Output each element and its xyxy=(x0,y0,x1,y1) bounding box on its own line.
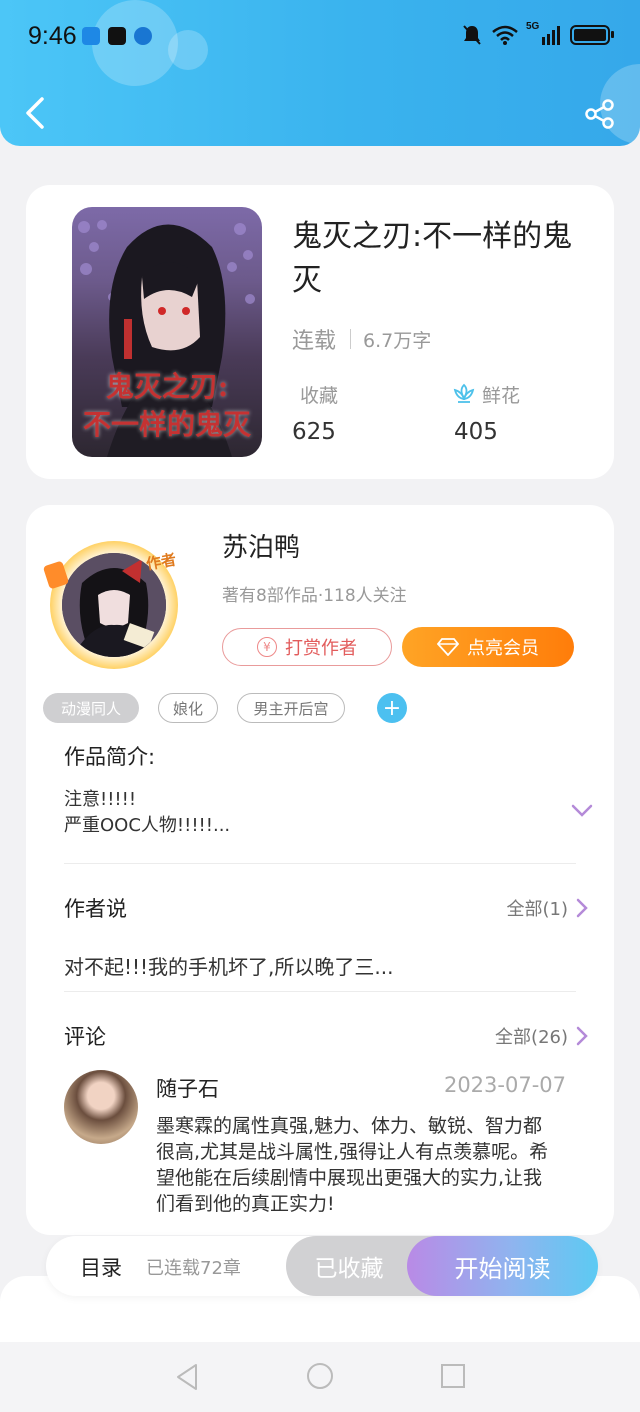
comment-text[interactable]: 墨寒霖的属性真强,魅力、体力、敏锐、智力都很高,尤其是战斗属性,强得让人有点羡慕… xyxy=(156,1113,556,1217)
divider xyxy=(64,863,576,864)
share-icon xyxy=(585,99,614,129)
add-tag-button[interactable]: + xyxy=(377,693,407,723)
collected-label: 已收藏 xyxy=(314,1256,384,1282)
book-cover[interactable]: 鬼灭之刃: 不一样的鬼灭 xyxy=(72,207,262,457)
divider xyxy=(350,329,352,349)
browser-app-icon xyxy=(134,27,152,45)
intro-text[interactable]: 注意!!!!! 严重OOC人物!!!!!... xyxy=(64,787,230,839)
chevron-right-icon xyxy=(576,1026,588,1046)
tag-harem[interactable]: 男主开后宫 xyxy=(237,693,345,723)
shield-app-icon xyxy=(82,27,100,45)
flowers-label: 鲜花 xyxy=(482,385,521,407)
comment-date: 2023-07-07 xyxy=(443,1073,566,1097)
book-status-row: 连载 6.7万字 xyxy=(292,323,431,355)
tip-author-button[interactable]: ¥ 打赏作者 xyxy=(222,628,392,666)
chevron-down-icon xyxy=(571,804,593,817)
yen-coin-icon: ¥ xyxy=(257,637,277,657)
author-avatar[interactable]: 作者 xyxy=(42,541,178,669)
share-button[interactable] xyxy=(584,98,616,130)
detail-card: 作者 苏泊鸭 著有8部作品·118人关注 ¥ 打赏作者 点亮会员 动漫同人 娘化… xyxy=(26,505,614,1235)
author-says-more-link[interactable]: 全部(1) xyxy=(507,895,589,921)
plus-icon: + xyxy=(382,695,402,721)
intro-line-1: 注意!!!!! xyxy=(64,789,137,810)
divider xyxy=(64,991,576,992)
start-reading-button[interactable]: 开始阅读 xyxy=(407,1236,598,1296)
comments-title: 评论 xyxy=(64,1025,106,1049)
author-badge: 作者 xyxy=(144,550,178,574)
status-app-icons xyxy=(82,27,152,45)
toc-button[interactable]: 目录 xyxy=(80,1252,122,1282)
expand-intro-button[interactable] xyxy=(570,803,594,823)
network-type: 5G xyxy=(526,21,540,32)
tip-author-label: 打赏作者 xyxy=(285,638,357,659)
intro-line-2: 严重OOC人物!!!!!... xyxy=(64,815,231,836)
author-says-title: 作者说 xyxy=(64,897,127,921)
chapter-count: 已连载72章 xyxy=(146,1258,241,1279)
author-says-text[interactable]: 对不起!!!我的手机坏了,所以晚了三... xyxy=(64,951,393,980)
vip-button[interactable]: 点亮会员 xyxy=(402,627,574,667)
bottom-action-bar: 目录 已连载72章 已收藏 开始阅读 xyxy=(46,1236,598,1296)
nav-home-icon[interactable] xyxy=(306,1362,334,1390)
diamond-icon xyxy=(437,638,459,656)
lotus-icon xyxy=(452,382,476,408)
cover-title-line2: 不一样的鬼灭 xyxy=(82,408,251,441)
chevron-left-icon xyxy=(26,97,44,129)
status-right-icons: 5G xyxy=(462,21,614,46)
vip-label: 点亮会员 xyxy=(467,638,539,659)
favorites-label: 收藏 xyxy=(300,385,339,407)
book-info-card: 鬼灭之刃: 不一样的鬼灭 鬼灭之刃:不一样的鬼灭 连载 6.7万字 收藏 625… xyxy=(26,185,614,479)
nav-recents-icon[interactable] xyxy=(440,1362,466,1390)
author-meta: 著有8部作品·118人关注 xyxy=(222,586,407,606)
back-button[interactable] xyxy=(22,96,52,130)
tag-anime-fanfic[interactable]: 动漫同人 xyxy=(43,693,139,723)
status-time: 9:46 xyxy=(28,22,77,50)
author-name[interactable]: 苏泊鸭 xyxy=(222,527,300,564)
comments-more-label: 全部(26) xyxy=(495,1027,568,1048)
mute-bell-icon xyxy=(463,25,481,45)
start-reading-label: 开始阅读 xyxy=(454,1254,551,1283)
flowers-count: 405 xyxy=(454,419,498,445)
favorites-count: 625 xyxy=(292,419,336,445)
serial-status: 连载 xyxy=(292,329,337,354)
author-says-more-label: 全部(1) xyxy=(506,899,569,920)
signal-icon: 5G xyxy=(526,21,560,45)
intro-title: 作品简介: xyxy=(64,745,156,769)
chevron-right-icon xyxy=(576,898,588,918)
commenter-name[interactable]: 随子石 xyxy=(156,1073,219,1103)
battery-icon xyxy=(570,25,614,45)
cover-title-line1: 鬼灭之刃: xyxy=(105,370,229,403)
book-title: 鬼灭之刃:不一样的鬼灭 xyxy=(292,219,573,298)
decor-bubble xyxy=(168,30,208,70)
wifi-icon xyxy=(492,25,518,45)
nav-back-icon[interactable] xyxy=(174,1362,200,1392)
tiktok-app-icon xyxy=(108,27,126,45)
top-header: 9:46 5G xyxy=(0,0,640,146)
commenter-avatar[interactable] xyxy=(64,1070,138,1144)
tag-genderbend[interactable]: 娘化 xyxy=(158,693,218,723)
comments-more-link[interactable]: 全部(26) xyxy=(495,1023,588,1049)
system-nav-bar xyxy=(0,1342,640,1412)
word-count: 6.7万字 xyxy=(363,329,432,352)
